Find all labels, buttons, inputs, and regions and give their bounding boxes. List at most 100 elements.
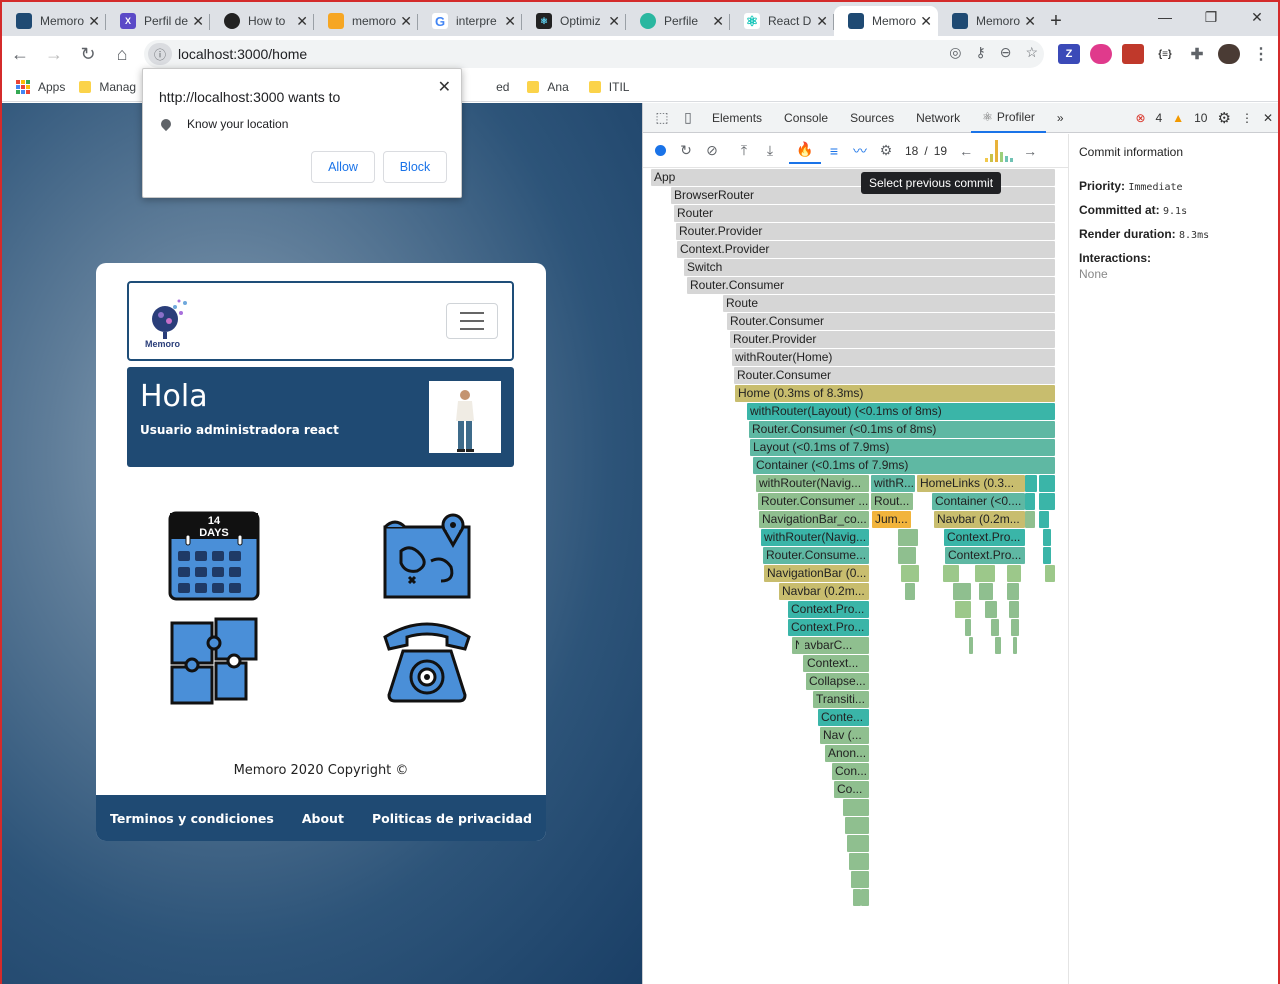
flame-bar[interactable] — [953, 583, 971, 600]
warning-icon[interactable]: ▲ — [1172, 111, 1184, 125]
error-icon[interactable]: ⊗ — [1135, 111, 1145, 125]
location-icon[interactable]: ◎ — [949, 44, 961, 61]
flame-bar[interactable] — [901, 565, 919, 582]
flame-bar[interactable]: Navbar (0.2m... — [779, 583, 869, 600]
flame-bar[interactable] — [943, 565, 959, 582]
reload-icon[interactable]: ↻ — [72, 38, 104, 70]
flame-bar[interactable] — [985, 601, 997, 618]
flame-bar[interactable]: Anon... — [825, 745, 869, 762]
close-icon[interactable]: ✕ — [712, 13, 724, 30]
tab-console[interactable]: Console — [773, 103, 839, 133]
flame-bar[interactable]: Con... — [832, 763, 869, 780]
calendar-icon[interactable]: 14 DAYS — [168, 511, 260, 603]
map-icon[interactable] — [381, 511, 473, 603]
zoom-icon[interactable]: ⊖ — [1000, 44, 1012, 61]
tab-sources[interactable]: Sources — [839, 103, 905, 133]
tab-profiler[interactable]: ⚛ Profiler — [971, 103, 1046, 133]
flame-bar[interactable] — [1009, 601, 1019, 618]
minimize-icon[interactable]: — — [1142, 2, 1188, 32]
flame-bar[interactable]: Container (<0.1ms of 7.9ms) — [753, 457, 1055, 474]
settings-icon[interactable]: ⚙ — [1217, 109, 1230, 127]
privacy-link[interactable]: Politicas de privacidad — [372, 811, 532, 826]
flame-bar[interactable]: Switch — [684, 259, 1055, 276]
close-icon[interactable]: ✕ — [88, 13, 100, 30]
tab-network[interactable]: Network — [905, 103, 971, 133]
flame-bar[interactable]: Context.Pro... — [945, 547, 1025, 564]
flame-bar[interactable] — [1039, 475, 1055, 492]
flame-bar[interactable] — [851, 871, 869, 888]
inspect-icon[interactable]: ⬚ — [649, 105, 675, 131]
flame-bar[interactable] — [1025, 475, 1037, 492]
flame-bar[interactable] — [861, 889, 869, 906]
puzzle-icon[interactable] — [168, 615, 260, 707]
close-icon[interactable]: ✕ — [608, 13, 620, 30]
star-icon[interactable]: ☆ — [1025, 44, 1038, 61]
info-icon[interactable]: ⓘ — [148, 43, 172, 65]
flame-bar[interactable] — [1043, 547, 1051, 564]
home-icon[interactable]: ⌂ — [106, 38, 138, 70]
flame-bar[interactable]: withR... — [871, 475, 915, 492]
flame-bar[interactable] — [955, 601, 971, 618]
flame-bar[interactable]: Router.Provider — [676, 223, 1055, 240]
tab-2[interactable]: How to ✕ — [210, 6, 314, 36]
flame-bar[interactable]: Rout... — [871, 493, 913, 510]
close-icon[interactable]: ✕ — [296, 13, 308, 30]
menu-icon[interactable]: ⋮ — [1250, 44, 1272, 64]
flame-bar[interactable]: withRouter(Navig... — [756, 475, 869, 492]
flame-bar[interactable] — [1007, 565, 1021, 582]
about-link[interactable]: About — [302, 811, 344, 826]
flame-bar[interactable]: Container (<0.... — [932, 493, 1025, 510]
flame-bar[interactable] — [991, 619, 999, 636]
flame-bar[interactable] — [898, 547, 916, 564]
flame-bar[interactable]: Conte... — [818, 709, 869, 726]
back-icon[interactable]: ← — [4, 38, 36, 70]
flame-bar[interactable]: Jum... — [872, 511, 911, 528]
upload-icon[interactable]: ⤒ — [731, 138, 757, 164]
key-icon[interactable]: ⚷ — [975, 44, 985, 61]
bookmark-folder[interactable]: Ana — [527, 80, 569, 94]
allow-button[interactable]: Allow — [311, 151, 375, 183]
red-extension-icon[interactable] — [1122, 44, 1144, 64]
color-extension-icon[interactable] — [1090, 44, 1112, 64]
flame-bar[interactable]: Context.Pro... — [788, 601, 869, 618]
close-window-icon[interactable]: ✕ — [1234, 2, 1278, 32]
flame-bar[interactable]: Context... — [804, 655, 869, 672]
tab-5[interactable]: ⚛ Optimiz ✕ — [522, 6, 626, 36]
flame-bar[interactable]: Context.Provider — [677, 241, 1055, 258]
tab-4[interactable]: Ginterpre ✕ — [418, 6, 522, 36]
flame-bar[interactable] — [1045, 565, 1055, 582]
flame-bar[interactable]: Layout (<0.1ms of 7.9ms) — [750, 439, 1055, 456]
new-tab-button[interactable]: + — [1042, 6, 1070, 36]
flame-bar[interactable] — [799, 637, 805, 654]
flame-bar[interactable] — [803, 655, 806, 672]
flame-bar[interactable]: NavigationBar_co... — [759, 511, 869, 528]
settings-icon[interactable]: ⚙ — [873, 138, 899, 164]
url-text[interactable]: localhost:3000/home — [178, 46, 307, 62]
address-bar[interactable]: ⓘ localhost:3000/home ◎ ⚷ ⊖ ☆ — [144, 40, 1044, 68]
tab-elements[interactable]: Elements — [701, 103, 773, 133]
tab-7[interactable]: ⚛ React D ✕ — [730, 6, 834, 36]
flame-bar[interactable]: Router.Consumer ... — [758, 493, 869, 510]
hamburger-button[interactable] — [446, 303, 498, 339]
flame-bar[interactable] — [845, 817, 869, 834]
flame-bar[interactable]: withRouter(Home) — [732, 349, 1055, 366]
block-button[interactable]: Block — [383, 151, 447, 183]
flame-bar[interactable] — [1011, 619, 1019, 636]
tab-0[interactable]: Memoro ✕ — [2, 6, 106, 36]
forward-icon[interactable]: → — [38, 38, 70, 70]
flame-bar[interactable] — [995, 637, 1001, 654]
flame-bar[interactable]: HomeLinks (0.3... — [917, 475, 1025, 492]
flame-bar[interactable]: Router.Consume... — [763, 547, 869, 564]
terms-link[interactable]: Terminos y condiciones — [110, 811, 274, 826]
error-count[interactable]: 4 — [1156, 111, 1163, 125]
flame-bar[interactable]: Router — [674, 205, 1055, 222]
flame-bar[interactable]: Router.Consumer (<0.1ms of 8ms) — [749, 421, 1055, 438]
device-toolbar-icon[interactable]: ▯ — [675, 105, 701, 131]
flame-bar[interactable] — [979, 583, 993, 600]
flame-bar[interactable]: Context.Pro... — [788, 619, 869, 636]
flame-bar[interactable]: Router.Consumer — [727, 313, 1055, 330]
next-commit-icon[interactable]: → — [1017, 138, 1043, 164]
close-icon[interactable]: ✕ — [920, 13, 932, 30]
flame-bar[interactable]: Navbar (0.2m... — [934, 511, 1025, 528]
flame-bar[interactable]: Transiti... — [813, 691, 869, 708]
